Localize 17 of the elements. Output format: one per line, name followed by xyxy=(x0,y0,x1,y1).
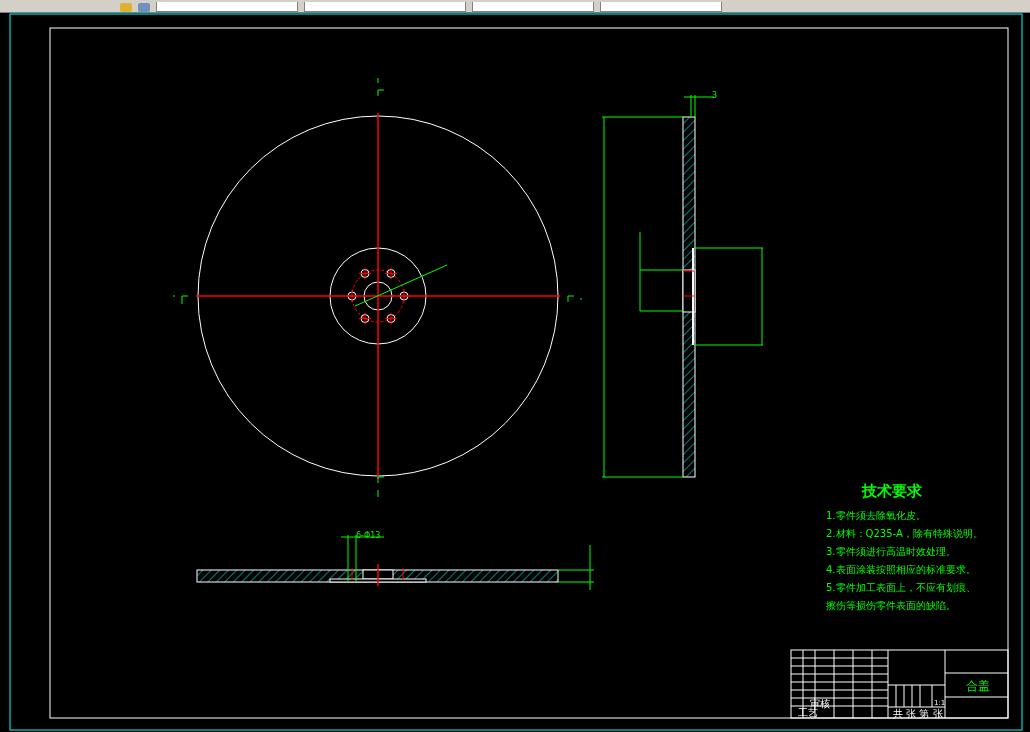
lineweight-dropdown[interactable] xyxy=(472,2,594,12)
dimension-label: 6-Φ13 xyxy=(356,531,381,540)
title-block-label: 审核 xyxy=(810,698,830,709)
color-dropdown[interactable] xyxy=(156,2,298,12)
requirement-line: 4.表面涂装按照相应的标准要求。 xyxy=(826,564,976,575)
requirements-title: 技术要求 xyxy=(862,482,922,500)
sheet-label: 共 张 第 张 xyxy=(893,708,943,719)
requirement-line: 2.材料：Q235-A，除有特殊说明。 xyxy=(826,528,983,539)
requirement-line: 3.零件须进行高温时效处理。 xyxy=(826,546,956,557)
dimension-label: 3 xyxy=(712,91,718,100)
linetype-dropdown[interactable] xyxy=(304,2,466,12)
requirement-line: 擦伤等损伤零件表面的缺陷。 xyxy=(826,600,956,611)
requirement-line: 5.零件加工表面上，不应有划痕、 xyxy=(826,582,976,593)
plotstyle-dropdown[interactable] xyxy=(600,2,722,12)
requirement-line: 1.零件须去除氧化皮。 xyxy=(826,510,926,521)
part-name: 合盖 xyxy=(966,679,990,693)
title-block-label: 工艺 xyxy=(798,707,818,718)
